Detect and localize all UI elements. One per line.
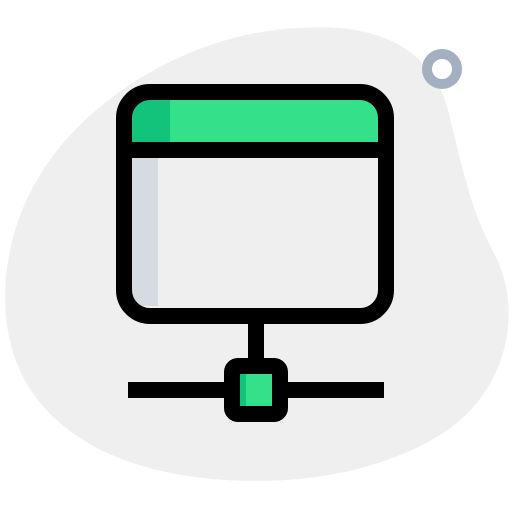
decor-ring-icon [422,49,462,89]
window-icon [116,84,394,324]
network-server-icon [5,27,509,482]
network-node-icon [224,358,288,422]
icon-canvas [0,0,512,512]
